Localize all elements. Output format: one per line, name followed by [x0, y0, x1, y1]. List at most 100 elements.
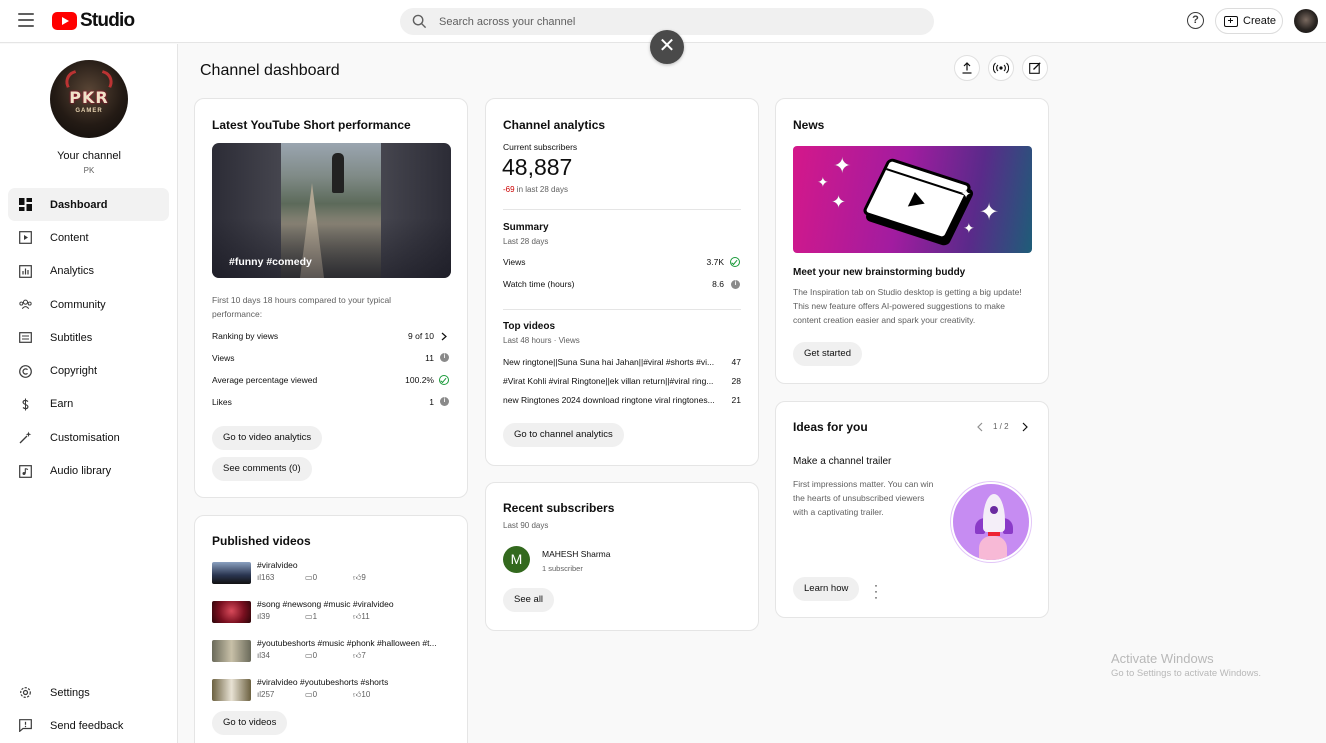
short-caption: #funny #comedy: [229, 256, 312, 268]
search-icon: [412, 14, 427, 29]
comment-icon: ▭: [305, 612, 313, 621]
get-started-button[interactable]: Get started: [793, 342, 862, 366]
sidebar-item-community[interactable]: Community: [8, 288, 169, 321]
see-comments-button[interactable]: See comments (0): [212, 457, 312, 481]
sidebar-item-audio-library[interactable]: Audio library: [8, 454, 169, 487]
check-icon: [439, 375, 449, 385]
create-button[interactable]: Create: [1215, 8, 1283, 34]
rocket-illustration: [951, 482, 1031, 562]
video-thumbnail: [212, 679, 251, 701]
short-thumbnail[interactable]: #funny #comedy: [212, 143, 451, 278]
subscriber-count: 48,887: [502, 154, 573, 180]
top-video-title[interactable]: New ringtone||Suna Suna hai Jahan||#vira…: [503, 357, 725, 367]
sidebar-item-customisation[interactable]: Customisation: [8, 421, 169, 454]
menu-icon[interactable]: [18, 13, 34, 27]
learn-how-button[interactable]: Learn how: [793, 577, 860, 601]
card-title: Ideas for you: [793, 420, 868, 434]
sidebar-item-label: Community: [50, 298, 106, 311]
close-button[interactable]: ✕: [650, 30, 684, 64]
sidebar-item-label: Customisation: [50, 431, 120, 444]
ideas-card: Ideas for you 1 / 2 Make a channel trail…: [775, 401, 1049, 618]
info-icon: i: [731, 280, 740, 289]
go-to-videos-button[interactable]: Go to videos: [212, 711, 288, 735]
summary-title: Summary: [503, 222, 549, 233]
help-icon[interactable]: ?: [1187, 12, 1204, 29]
top-video-views: 47: [731, 357, 741, 367]
recent-subs-period: Last 90 days: [503, 521, 549, 530]
sidebar-item-earn[interactable]: Earn: [8, 388, 169, 421]
subscriber-name[interactable]: MAHESH Sharma: [542, 549, 611, 559]
video-stats: ıl 163 ▭ 0 👍︎ 9: [257, 573, 366, 583]
sparkle-icon: ✦: [979, 198, 1000, 226]
recent-subscribers-card: Recent subscribers Last 90 days M MAHESH…: [485, 482, 759, 631]
likes-stat: 👍︎ 7: [353, 651, 366, 660]
chevron-left-icon[interactable]: [977, 422, 983, 432]
comment-icon: ▭: [305, 690, 313, 699]
analytics-icon: [19, 264, 32, 278]
ideas-pager: 1 / 2: [993, 422, 1009, 431]
news-headline: Meet your new brainstorming buddy: [793, 267, 966, 278]
subscriber-change-period: in last 28 days: [516, 185, 568, 194]
top-video-title[interactable]: new Ringtones 2024 download ringtone vir…: [503, 395, 725, 405]
channel-avatar[interactable]: PKR GAMER: [50, 60, 128, 138]
subscriber-change-value: -69: [503, 185, 515, 194]
list-item[interactable]: #song #newsong #music #viralvideo ıl 39 ▭…: [212, 599, 452, 629]
sidebar-item-copyright[interactable]: Copyright: [8, 354, 169, 387]
metric-value: 9 of 10: [408, 331, 434, 341]
subscriber-count-small: 1 subscriber: [542, 564, 583, 573]
list-item[interactable]: #youtubeshorts #music #phonk #halloween …: [212, 638, 452, 668]
search-input[interactable]: [439, 8, 919, 35]
list-item[interactable]: #viralvideo ıl 163 ▭ 0 👍︎ 9: [212, 560, 452, 590]
sidebar-bottom-nav: Settings Send feedback: [8, 676, 169, 743]
logo-text: Studio: [80, 10, 135, 31]
comments-stat: ▭ 0: [305, 651, 318, 660]
go-live-button[interactable]: [988, 55, 1014, 81]
comments-stat: ▭ 1: [305, 612, 318, 621]
chevron-right-icon[interactable]: [441, 332, 447, 341]
idea-headline: Make a channel trailer: [793, 456, 892, 467]
views-stat: ıl 34: [257, 651, 270, 660]
comparison-note: First 10 days 18 hours compared to your …: [212, 295, 392, 319]
likes-stat: 👍︎ 10: [353, 690, 371, 699]
sidebar-item-send-feedback[interactable]: Send feedback: [8, 709, 169, 742]
sidebar-item-label: Earn: [50, 398, 74, 411]
sidebar-item-subtitles[interactable]: Subtitles: [8, 321, 169, 354]
sidebar-item-analytics[interactable]: Analytics: [8, 255, 169, 288]
create-post-button[interactable]: [1022, 55, 1048, 81]
top-videos-title: Top videos: [503, 321, 556, 332]
subscriber-avatar[interactable]: M: [503, 546, 530, 573]
likes-stat: 👍︎ 11: [353, 612, 370, 621]
chevron-right-icon[interactable]: [1022, 422, 1028, 432]
upload-button[interactable]: [954, 55, 980, 81]
studio-logo[interactable]: Studio: [52, 10, 135, 32]
top-video-title[interactable]: #Virat Kohli #viral Ringtone||ek villan …: [503, 376, 725, 386]
metric-value: 8.6: [712, 279, 724, 289]
live-icon: [993, 62, 1009, 74]
sidebar: PKR GAMER Your channel PK Dashboard Cont…: [0, 44, 178, 743]
comments-stat: ▭ 0: [305, 690, 318, 699]
sidebar-item-label: Content: [50, 231, 89, 244]
see-all-button[interactable]: See all: [503, 588, 555, 612]
sidebar-item-settings[interactable]: Settings: [8, 676, 169, 709]
info-icon: i: [440, 397, 449, 406]
card-title: Latest YouTube Short performance: [212, 118, 411, 132]
sidebar-item-label: Copyright: [50, 365, 98, 378]
account-avatar[interactable]: [1294, 9, 1318, 33]
sidebar-item-label: Dashboard: [50, 198, 108, 211]
sidebar-item-dashboard[interactable]: Dashboard: [8, 188, 169, 222]
list-item[interactable]: #viralvideo #youtubeshorts #shorts ıl 25…: [212, 677, 452, 707]
card-title: Recent subscribers: [503, 501, 615, 515]
news-image: ✦ ✦ ✦ ✦ ✦ ✦: [793, 146, 1032, 253]
short-performance-card: Latest YouTube Short performance #funny …: [194, 98, 468, 498]
activate-windows-title: Activate Windows: [1111, 651, 1214, 666]
go-to-channel-analytics-button[interactable]: Go to channel analytics: [503, 423, 624, 447]
customisation-icon: [19, 431, 32, 444]
video-thumbnail: [212, 601, 251, 623]
likes-stat: 👍︎ 9: [353, 573, 366, 582]
more-options-icon[interactable]: · · ·: [873, 579, 879, 603]
go-to-video-analytics-button[interactable]: Go to video analytics: [212, 426, 323, 450]
news-body: The Inspiration tab on Studio desktop is…: [793, 287, 1022, 325]
video-title: #song #newsong #music #viralvideo: [257, 599, 394, 609]
metric-label: Ranking by views: [212, 331, 279, 341]
sidebar-item-content[interactable]: Content: [8, 221, 169, 254]
